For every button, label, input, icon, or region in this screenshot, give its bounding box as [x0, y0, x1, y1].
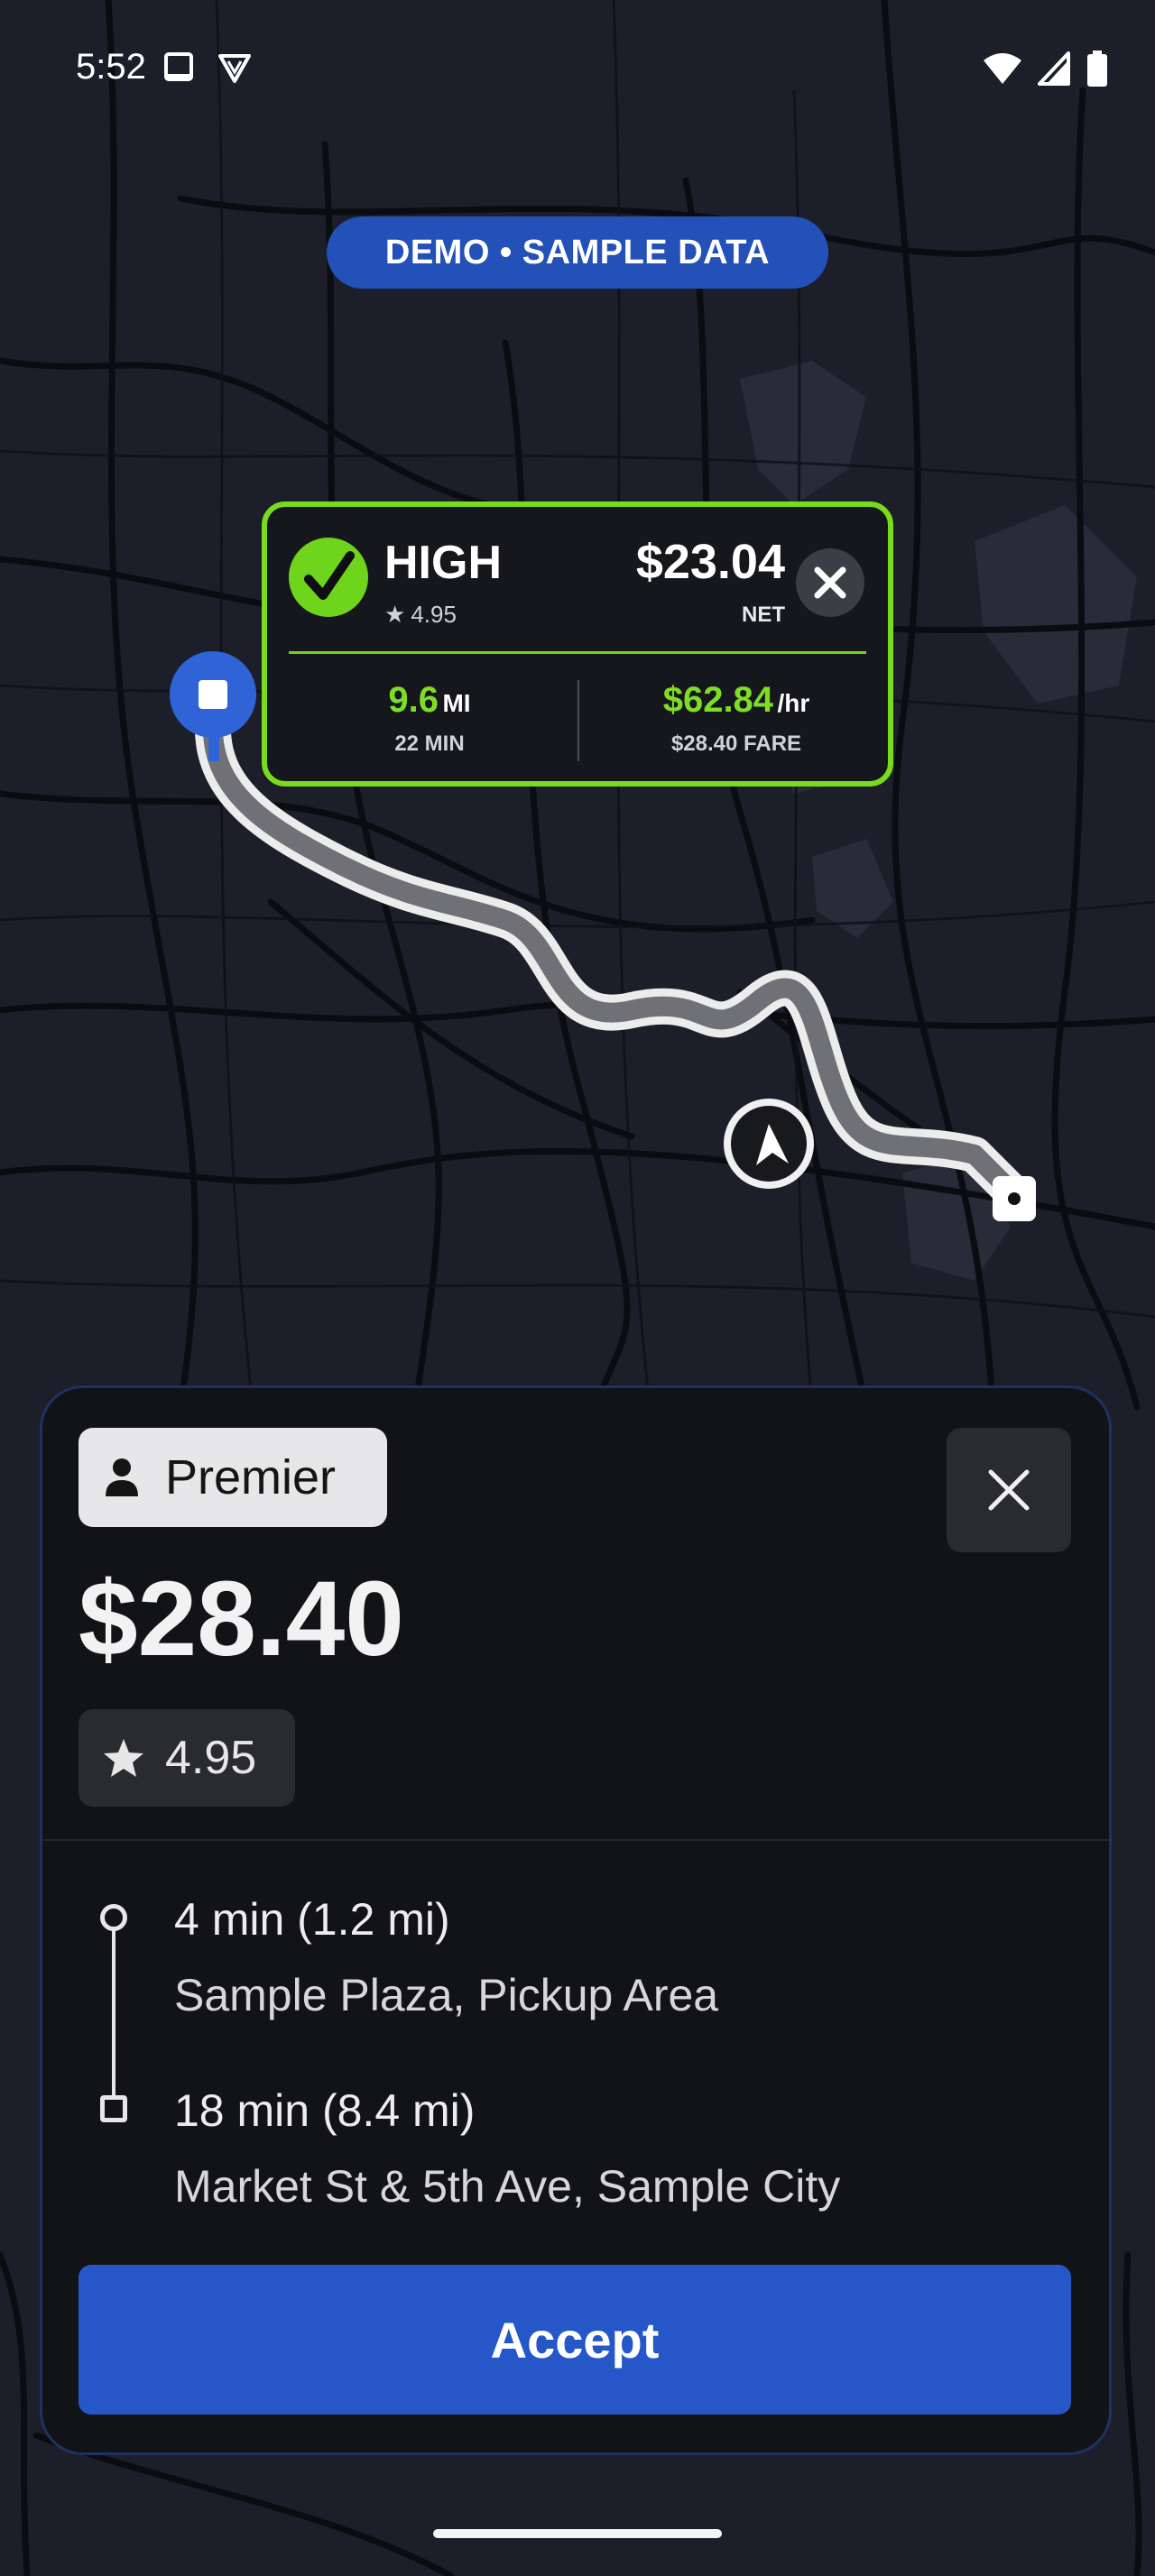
close-icon: [988, 1469, 1030, 1511]
screen-icon: [164, 52, 193, 81]
person-icon: [106, 1458, 138, 1496]
battery-icon: [1087, 51, 1107, 87]
distance-stat: 9.6 MI 22 MIN: [285, 680, 574, 757]
pickup-address: Sample Plaza, Pickup Area: [174, 1970, 719, 2020]
dismiss-request-button[interactable]: [947, 1428, 1071, 1552]
pickup-eta: 4 min (1.2 mi): [174, 1894, 450, 1945]
overlay-close-button[interactable]: [796, 548, 864, 617]
navigation-arrow-icon[interactable]: [724, 1099, 814, 1189]
shield-v-icon: [218, 54, 251, 83]
ride-tier-label: Premier: [165, 1450, 337, 1504]
ride-tier-chip: Premier: [79, 1428, 387, 1527]
signal-icon: [1038, 51, 1070, 86]
net-label: NET: [742, 603, 785, 627]
dropoff-address: Market St & 5th Ave, Sample City: [174, 2161, 841, 2212]
distance-value: 9.6: [388, 680, 439, 720]
overlay-rating-value: 4.95: [411, 601, 457, 628]
demo-badge: DEMO • SAMPLE DATA: [327, 216, 828, 289]
net-amount: $23.04: [635, 535, 785, 589]
status-bar: 5:52: [0, 0, 1155, 135]
overlay-vertical-divider: [578, 680, 579, 761]
trip-score-overlay[interactable]: HIGH ★ 4.95 $23.04 NET 9.6 MI 22 MIN $62…: [262, 501, 893, 787]
route-connector: [112, 1917, 116, 2113]
rider-rating-value: 4.95: [165, 1732, 257, 1784]
close-icon: [814, 566, 846, 599]
home-indicator[interactable]: [433, 2529, 722, 2538]
dropoff-square-icon: [100, 2095, 127, 2122]
status-time: 5:52: [76, 47, 146, 87]
accept-button[interactable]: Accept: [79, 2265, 1071, 2415]
distance-unit: MI: [442, 689, 471, 717]
check-icon: [289, 538, 368, 617]
ride-request-sheet: Premier $28.40 4.95 4 min (1.2 mi) Sampl…: [40, 1385, 1112, 2455]
hourly-stat: $62.84 /hr $28.40 FARE: [592, 680, 881, 757]
overlay-divider: [289, 651, 866, 654]
dropoff-eta: 18 min (8.4 mi): [174, 2085, 476, 2136]
sheet-divider: [42, 1839, 1109, 1841]
fare-caption: $28.40 FARE: [670, 731, 802, 756]
fare-amount: $28.40: [79, 1559, 404, 1679]
hourly-unit: /hr: [777, 689, 810, 717]
wifi-icon: [984, 53, 1021, 84]
dropoff-marker-icon[interactable]: [993, 1176, 1036, 1221]
rider-rating-chip: 4.95: [79, 1709, 295, 1807]
status-left-icons: [162, 51, 253, 85]
status-right-icons: [982, 51, 1108, 87]
pickup-dot-icon: [100, 1904, 127, 1931]
overlay-rider-rating: ★ 4.95: [384, 601, 457, 629]
trip-quality-label: HIGH: [384, 537, 502, 589]
star-icon: [104, 1739, 143, 1777]
star-icon: ★: [384, 601, 406, 628]
duration-value: 22 MIN: [394, 731, 465, 756]
hourly-value: $62.84: [662, 680, 774, 720]
